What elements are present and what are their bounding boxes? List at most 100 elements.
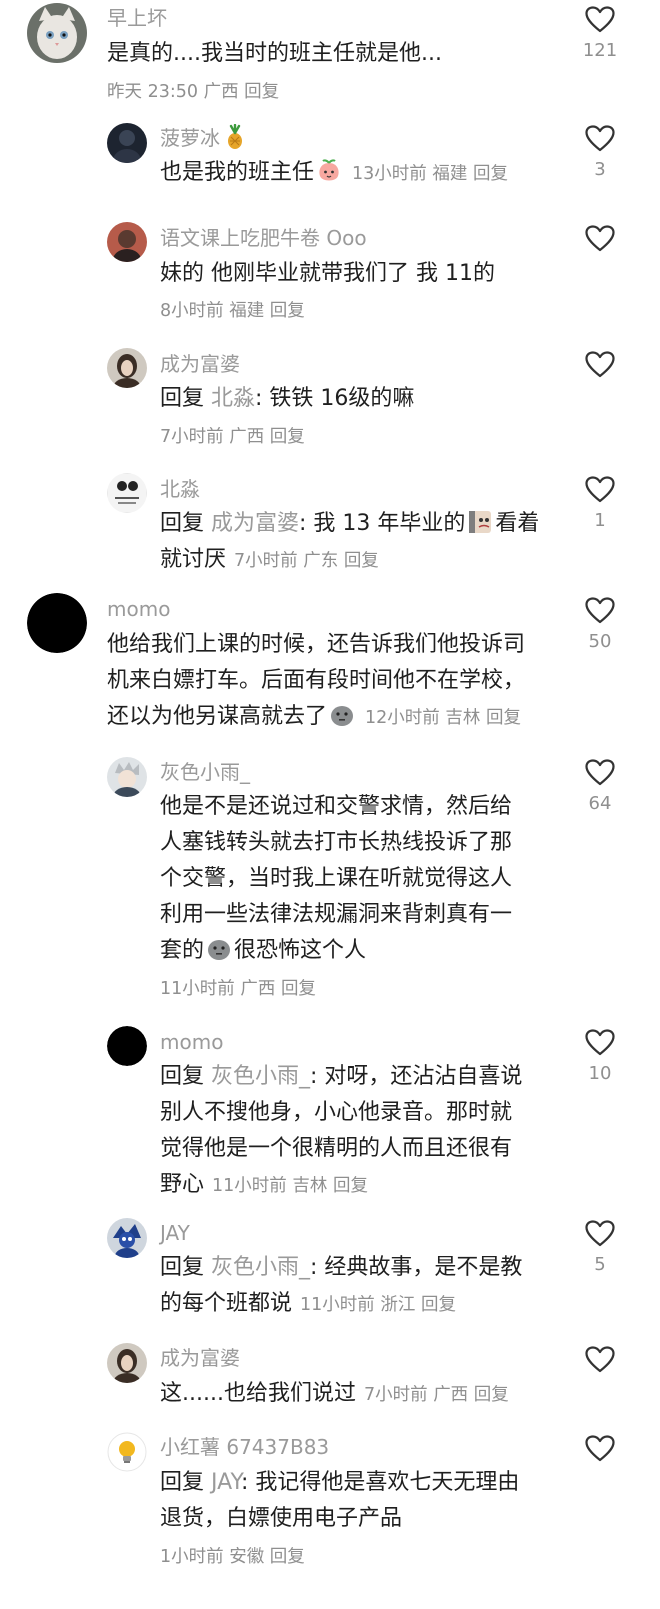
comment-username[interactable]: 成为富婆 bbox=[160, 350, 240, 378]
reply-to-user[interactable]: 成为富婆 bbox=[211, 511, 299, 536]
comment-text: 回复 灰色小雨_: 对呀，还沾沾自喜说 别人不搜他身，小心他录音。那时就 觉得他… bbox=[160, 1059, 522, 1204]
comment-text-line: 人塞钱转头就去打市长热线投诉了那 bbox=[160, 830, 513, 855]
comment-text: 回复 灰色小雨_: 经典故事，是不是教 的每个班都说 11小时前 浙江 回复 bbox=[160, 1250, 522, 1323]
heart-outline-icon bbox=[585, 759, 615, 786]
like-button[interactable] bbox=[580, 225, 620, 252]
comment-location: 浙江 bbox=[380, 1295, 416, 1315]
reply-prefix: 回复 bbox=[160, 511, 205, 536]
comment-text: 他是不是还说过和交警求情，然后给 人塞钱转头就去打市长热线投诉了那 个交警，当时… bbox=[160, 789, 512, 969]
like-button[interactable]: 50 bbox=[580, 597, 620, 652]
comment-time: 11小时前 bbox=[300, 1295, 375, 1315]
like-count: 10 bbox=[588, 1063, 612, 1084]
comment-text-line: 利用一些法律法规漏洞来背刺真有一 bbox=[160, 902, 513, 927]
comment-username[interactable]: 灰色小雨_ bbox=[160, 758, 250, 786]
like-count: 64 bbox=[588, 793, 612, 814]
comment-location: 安徽 bbox=[229, 1547, 265, 1567]
reply-button[interactable]: 回复 bbox=[270, 427, 305, 447]
reply-button[interactable]: 回复 bbox=[333, 1176, 368, 1196]
avatar[interactable] bbox=[107, 348, 147, 388]
reply-to-user[interactable]: 北淼 bbox=[211, 386, 255, 411]
comment-time: 昨天 23:50 bbox=[107, 82, 198, 102]
avatar[interactable] bbox=[107, 1432, 147, 1472]
comment-text-line: : 经典故事，是不是教 bbox=[310, 1255, 523, 1280]
reply-button[interactable]: 回复 bbox=[473, 164, 508, 184]
reply-button[interactable]: 回复 bbox=[344, 551, 379, 571]
reply-button[interactable]: 回复 bbox=[421, 1295, 456, 1315]
reply-button[interactable]: 回复 bbox=[281, 979, 316, 999]
username-text: 菠萝冰 bbox=[160, 126, 220, 150]
comment-text-line: : 铁铁 16级的嘛 bbox=[255, 386, 415, 411]
heart-outline-icon bbox=[585, 351, 615, 378]
reply-button[interactable]: 回复 bbox=[486, 708, 521, 728]
comment-text-line: : 对呀，还沾沾自喜说 bbox=[310, 1064, 523, 1089]
reply-prefix: 回复 bbox=[160, 1064, 205, 1089]
comment-username[interactable]: 菠萝冰 bbox=[160, 124, 250, 152]
comment-username[interactable]: 早上坏 bbox=[107, 4, 167, 32]
comment-text: 回复 北淼: 铁铁 16级的嘛 bbox=[160, 381, 414, 417]
comment-username[interactable]: 小红薯 67437B83 bbox=[160, 1433, 329, 1461]
comment-username[interactable]: 语文课上吃肥牛卷 Ooo bbox=[160, 224, 367, 252]
avatar[interactable] bbox=[107, 473, 147, 513]
heart-outline-icon bbox=[585, 125, 615, 152]
like-button[interactable]: 1 bbox=[580, 476, 620, 531]
comment-text-line: 觉得他是一个很精明的人而且还很有 bbox=[160, 1136, 513, 1161]
like-button[interactable]: 5 bbox=[580, 1220, 620, 1275]
comment-meta: 13小时前 福建 回复 bbox=[352, 164, 508, 184]
comment-text-line: : 我 13 年毕业的 bbox=[299, 511, 466, 536]
reply-to-user[interactable]: JAY bbox=[211, 1470, 241, 1495]
heart-outline-icon bbox=[585, 6, 615, 33]
like-button[interactable]: 3 bbox=[580, 125, 620, 180]
avatar[interactable] bbox=[27, 593, 87, 653]
comment-text: 他给我们上课的时候，还告诉我们他投诉司 机来白嫖打车。后面有段时间他不在学校， … bbox=[107, 627, 525, 736]
comment-time: 11小时前 bbox=[212, 1176, 287, 1196]
reply-button[interactable]: 回复 bbox=[270, 1547, 305, 1567]
comment-location: 广东 bbox=[303, 551, 339, 571]
reply-to-user[interactable]: 灰色小雨_ bbox=[211, 1064, 310, 1089]
reply-button[interactable]: 回复 bbox=[474, 1385, 509, 1405]
comment-username[interactable]: momo bbox=[160, 1028, 223, 1056]
comment-time: 7小时前 bbox=[160, 427, 224, 447]
comment-text-line: 也是我的班主任 bbox=[160, 160, 315, 185]
avatar[interactable] bbox=[107, 1218, 147, 1258]
heart-outline-icon bbox=[585, 1220, 615, 1247]
avatar[interactable] bbox=[107, 222, 147, 262]
comment-username[interactable]: JAY bbox=[160, 1219, 190, 1247]
reply-to-user[interactable]: 灰色小雨_ bbox=[211, 1255, 310, 1280]
avatar[interactable] bbox=[27, 3, 87, 63]
comment-location: 吉林 bbox=[445, 708, 481, 728]
like-button[interactable]: 10 bbox=[580, 1029, 620, 1084]
comment-text-line: 很恐怖这个人 bbox=[234, 938, 367, 963]
like-button[interactable]: 121 bbox=[580, 6, 620, 61]
comment-username[interactable]: 北淼 bbox=[160, 475, 200, 503]
reply-button[interactable]: 回复 bbox=[244, 82, 279, 102]
comment-meta: 11小时前 吉林 回复 bbox=[212, 1176, 368, 1196]
like-button[interactable] bbox=[580, 351, 620, 378]
reply-prefix: 回复 bbox=[160, 1470, 205, 1495]
avatar[interactable] bbox=[107, 1343, 147, 1383]
comment-time: 13小时前 bbox=[352, 164, 427, 184]
avatar[interactable] bbox=[107, 1026, 147, 1066]
avatar[interactable] bbox=[107, 123, 147, 163]
avatar[interactable] bbox=[107, 757, 147, 797]
peach-face-emoji bbox=[316, 158, 342, 184]
reply-button[interactable]: 回复 bbox=[270, 301, 305, 321]
heart-outline-icon bbox=[585, 1029, 615, 1056]
heart-outline-icon bbox=[585, 1346, 615, 1373]
like-count: 50 bbox=[588, 631, 612, 652]
comment-username[interactable]: 成为富婆 bbox=[160, 1344, 240, 1372]
comment-text-line: 退货，白嫖使用电子产品 bbox=[160, 1506, 403, 1531]
comment-location: 广西 bbox=[240, 979, 276, 999]
comment-time: 12小时前 bbox=[365, 708, 440, 728]
comment-username[interactable]: momo bbox=[107, 595, 170, 623]
comment-text-line: 是真的....我当时的班主任就是他... bbox=[107, 41, 442, 66]
comment-text-line: 看着 bbox=[495, 511, 540, 536]
comment-location: 广西 bbox=[229, 427, 265, 447]
comment-location: 福建 bbox=[432, 164, 468, 184]
comment-location: 吉林 bbox=[292, 1176, 328, 1196]
stone-face-emoji bbox=[206, 936, 232, 962]
like-button[interactable] bbox=[580, 1435, 620, 1462]
heart-outline-icon bbox=[585, 597, 615, 624]
comment-time: 7小时前 bbox=[234, 551, 298, 571]
like-button[interactable] bbox=[580, 1346, 620, 1373]
like-button[interactable]: 64 bbox=[580, 759, 620, 814]
